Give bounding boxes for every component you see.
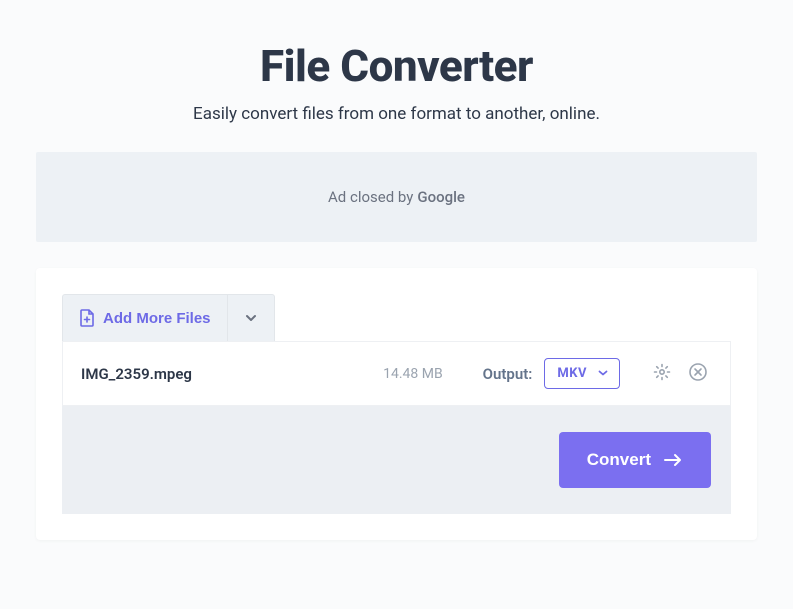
file-row: IMG_2359.mpeg 14.48 MB Output: MKV: [62, 341, 731, 406]
add-more-files-label: Add More Files: [103, 310, 211, 327]
output-format-select[interactable]: MKV: [544, 358, 620, 389]
ad-text: Ad closed by: [328, 188, 413, 206]
ad-brand: Google: [417, 188, 465, 206]
converter-card: Add More Files IMG_2359.mpeg 14.48 MB Ou…: [36, 268, 757, 540]
file-name: IMG_2359.mpeg: [81, 365, 383, 383]
chevron-down-icon: [597, 364, 609, 383]
chevron-down-icon: [244, 311, 258, 325]
convert-button[interactable]: Convert: [559, 432, 711, 488]
action-footer: Convert: [62, 406, 731, 514]
convert-label: Convert: [587, 450, 651, 470]
settings-button[interactable]: [648, 358, 676, 389]
output-label: Output:: [483, 365, 533, 383]
file-size: 14.48 MB: [383, 366, 443, 382]
add-more-dropdown-button[interactable]: [227, 294, 275, 341]
close-circle-icon: [688, 362, 708, 385]
remove-file-button[interactable]: [684, 358, 712, 389]
page-subtitle: Easily convert files from one format to …: [36, 104, 757, 124]
ad-banner: Ad closed by Google: [36, 152, 757, 242]
page-title: File Converter: [36, 40, 757, 92]
add-file-icon: [79, 309, 95, 327]
add-more-files-button[interactable]: Add More Files: [62, 294, 227, 341]
arrow-right-icon: [663, 452, 683, 468]
output-format-value: MKV: [557, 366, 587, 381]
gear-icon: [652, 362, 672, 385]
